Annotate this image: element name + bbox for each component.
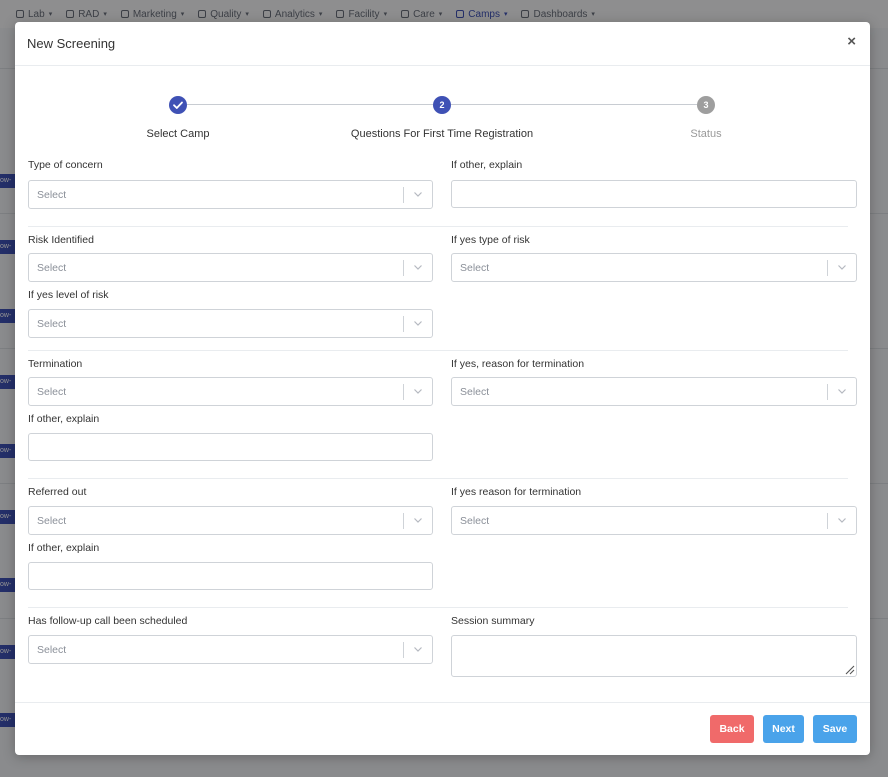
select-separator (403, 187, 404, 203)
stepper-connector (187, 104, 435, 105)
select-separator (403, 260, 404, 276)
back-button[interactable]: Back (710, 715, 754, 743)
referred-reason-termination-select[interactable]: Select (451, 506, 857, 535)
step-1-indicator[interactable] (169, 96, 187, 114)
select-separator (827, 384, 828, 400)
if-other-explain-label: If other, explain (451, 159, 523, 171)
follow-up-scheduled-select[interactable]: Select (28, 635, 433, 664)
referred-if-other-explain-input[interactable] (28, 562, 433, 590)
select-placeholder: Select (37, 386, 67, 398)
section-divider (28, 226, 848, 227)
modal-title: New Screening (27, 36, 116, 51)
step-2-indicator[interactable]: 2 (433, 96, 451, 114)
select-separator (403, 642, 404, 658)
chevron-down-icon (838, 518, 846, 523)
termination-if-other-explain-input[interactable] (28, 433, 433, 461)
select-placeholder: Select (37, 515, 67, 527)
termination-select[interactable]: Select (28, 377, 433, 406)
save-button[interactable]: Save (813, 715, 857, 743)
step-1-label: Select Camp (146, 128, 210, 140)
select-separator (827, 513, 828, 529)
select-separator (827, 260, 828, 276)
resize-grip-icon[interactable] (843, 663, 855, 675)
chevron-down-icon (414, 518, 422, 523)
if-yes-type-of-risk-select[interactable]: Select (451, 253, 857, 282)
session-summary-label: Session summary (451, 615, 535, 627)
risk-identified-label: Risk Identified (28, 234, 94, 246)
modal-header: New Screening × (15, 22, 870, 66)
section-divider (28, 607, 848, 608)
if-yes-type-of-risk-label: If yes type of risk (451, 234, 530, 246)
select-placeholder: Select (460, 262, 490, 274)
chevron-down-icon (414, 265, 422, 270)
next-button[interactable]: Next (763, 715, 804, 743)
modal-footer: Back Next Save (15, 702, 870, 755)
check-icon (173, 101, 183, 109)
chevron-down-icon (414, 192, 422, 197)
select-separator (403, 513, 404, 529)
termination-label: Termination (28, 358, 83, 370)
referred-reason-termination-label: If yes reason for termination (451, 486, 582, 498)
referred-out-select[interactable]: Select (28, 506, 433, 535)
chevron-down-icon (838, 389, 846, 394)
select-placeholder: Select (37, 644, 67, 656)
risk-identified-select[interactable]: Select (28, 253, 433, 282)
if-other-explain-input[interactable] (451, 180, 857, 208)
if-yes-level-of-risk-select[interactable]: Select (28, 309, 433, 338)
if-yes-reason-termination-select[interactable]: Select (451, 377, 857, 406)
referred-out-label: Referred out (28, 486, 87, 498)
section-divider (28, 478, 848, 479)
referred-if-other-explain-label: If other, explain (28, 542, 100, 554)
select-separator (403, 316, 404, 332)
chevron-down-icon (414, 647, 422, 652)
stepper-connector (451, 104, 697, 105)
chevron-down-icon (414, 321, 422, 326)
select-placeholder: Select (460, 515, 490, 527)
close-icon[interactable]: × (847, 34, 856, 50)
chevron-down-icon (414, 389, 422, 394)
select-placeholder: Select (37, 189, 67, 201)
select-placeholder: Select (37, 262, 67, 274)
if-yes-level-of-risk-label: If yes level of risk (28, 289, 109, 301)
stepper: 2 3 Select Camp Questions For First Time… (15, 66, 870, 146)
termination-if-other-explain-label: If other, explain (28, 413, 100, 425)
step-3-indicator[interactable]: 3 (697, 96, 715, 114)
session-summary-textarea[interactable] (451, 635, 857, 677)
section-divider (28, 350, 848, 351)
chevron-down-icon (838, 265, 846, 270)
select-placeholder: Select (37, 318, 67, 330)
step-2-label: Questions For First Time Registration (350, 128, 534, 140)
new-screening-modal: New Screening × 2 3 Select Camp Question… (15, 22, 870, 755)
type-of-concern-label: Type of concern (28, 159, 103, 171)
if-yes-reason-termination-label: If yes, reason for termination (451, 358, 585, 370)
select-placeholder: Select (460, 386, 490, 398)
follow-up-scheduled-label: Has follow-up call been scheduled (28, 615, 188, 627)
select-separator (403, 384, 404, 400)
type-of-concern-select[interactable]: Select (28, 180, 433, 209)
step-3-label: Status (690, 128, 722, 140)
